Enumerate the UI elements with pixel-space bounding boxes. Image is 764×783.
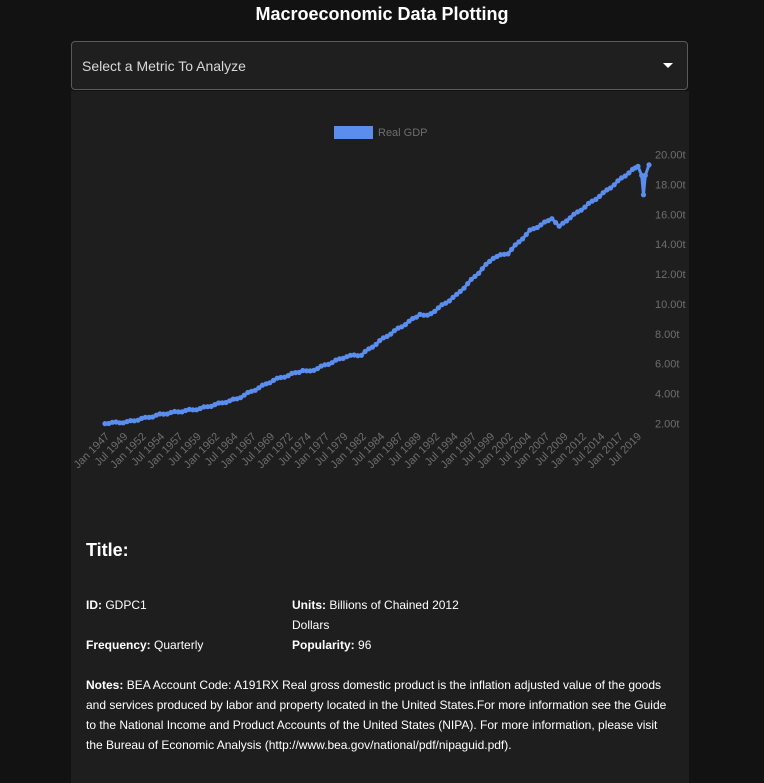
data-point xyxy=(358,352,364,358)
data-point xyxy=(611,182,617,188)
content-panel: Real GDP 2.00t 4.00t 6.00t 8.00t 10.00t 12.00t… xyxy=(71,91,689,783)
data-point xyxy=(461,285,467,291)
legend-swatch xyxy=(334,126,373,139)
popularity-label: Popularity: xyxy=(292,638,355,652)
data-point xyxy=(646,162,652,168)
data-point xyxy=(596,193,603,199)
metric-select[interactable]: Select a Metric To Analyze xyxy=(71,41,688,90)
gdp-line-chart: Real GDP 2.00t 4.00t 6.00t 8.00t 10.00t 12.00t… xyxy=(72,126,686,471)
y-tick-label: 8.00t xyxy=(655,329,679,341)
data-point xyxy=(523,231,529,238)
data-point xyxy=(642,172,648,178)
y-tick-label: 4.00t xyxy=(655,389,679,401)
y-tick-label: 18.00t xyxy=(655,179,686,191)
y-tick-label: 10.00t xyxy=(655,299,686,311)
data-point xyxy=(476,270,482,276)
id-value: GDPC1 xyxy=(105,598,147,612)
frequency-value: Quarterly xyxy=(154,638,204,652)
data-point xyxy=(549,216,555,222)
data-point xyxy=(373,341,379,347)
units-label: Units: xyxy=(292,598,326,612)
data-point xyxy=(509,246,515,252)
data-point xyxy=(640,192,647,198)
units-value-line2: Dollars xyxy=(292,618,330,632)
series-notes: Notes: BEA Account Code: A191RX Real gro… xyxy=(86,675,671,755)
y-tick-label: 2.00t xyxy=(655,419,679,431)
popularity-value: 96 xyxy=(358,638,372,652)
data-point xyxy=(582,204,588,210)
series-units: Units: Billions of Chained 2012 Dollars xyxy=(292,595,492,635)
data-point xyxy=(465,281,471,287)
data-point xyxy=(520,236,526,242)
notes-label: Notes: xyxy=(86,678,124,692)
units-value-line1: Billions of Chained 2012 xyxy=(329,598,459,612)
series-title-label: Title: xyxy=(86,540,129,560)
y-tick-label: 16.00t xyxy=(655,209,686,221)
y-tick-label: 12.00t xyxy=(655,269,686,281)
data-point xyxy=(505,251,511,257)
y-tick-label: 6.00t xyxy=(655,359,679,371)
data-point xyxy=(635,163,641,169)
y-tick-label: 14.00t xyxy=(655,239,686,251)
series-line-real-gdp xyxy=(104,164,651,426)
series-frequency: Frequency: Quarterly xyxy=(86,635,203,655)
notes-value: BEA Account Code: A191RX Real gross dome… xyxy=(86,678,667,752)
id-label: ID: xyxy=(86,598,102,612)
chevron-down-icon xyxy=(663,63,673,68)
y-tick-label: 20.00t xyxy=(655,149,686,161)
metric-select-placeholder: Select a Metric To Analyze xyxy=(82,58,246,74)
legend-label: Real GDP xyxy=(378,127,428,139)
app-title: Macroeconomic Data Plotting xyxy=(255,4,509,24)
series-popularity: Popularity: 96 xyxy=(292,635,371,655)
frequency-label: Frequency: xyxy=(86,638,151,652)
series-id: ID: GDPC1 xyxy=(86,595,147,615)
data-point xyxy=(479,266,485,272)
